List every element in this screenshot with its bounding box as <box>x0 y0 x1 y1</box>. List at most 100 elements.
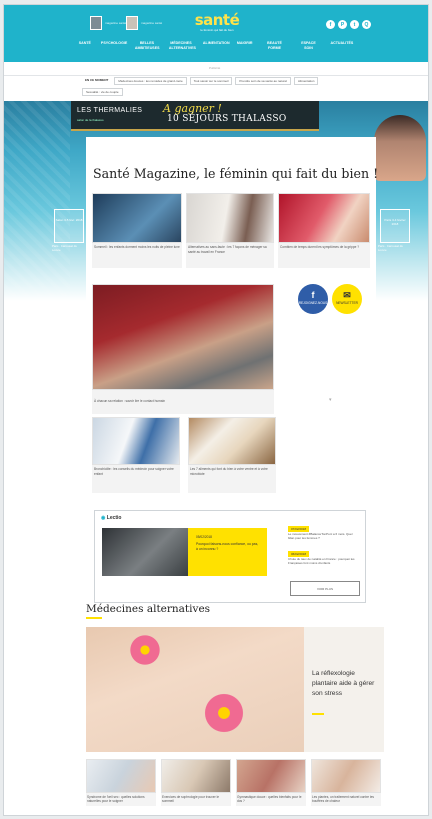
page-title: Santé Magazine, le féminin qui fait du b… <box>93 166 379 181</box>
article-title: Bronchiolite : les conseils du médecin p… <box>92 465 180 493</box>
nav-item[interactable]: MÉDECINES ALTERNATIVES <box>169 41 196 50</box>
article-card[interactable]: Gymnastique douce : quelles bienfaits po… <box>236 759 306 806</box>
main-story-image <box>92 284 274 390</box>
article-image <box>86 759 156 793</box>
live-news-image[interactable] <box>102 528 188 576</box>
live-title: ◉ Lectio <box>101 515 122 521</box>
live-event[interactable]: 06/02/2018 Chute du taux de natalité en … <box>288 551 358 565</box>
magazine-cover-caption: magazine santé <box>141 21 163 25</box>
facebook-join-label: REJOIGNEZ-NOUS <box>298 301 328 305</box>
subnav-chip[interactable]: Prendre soin de sa santé au naturel <box>235 77 291 85</box>
twitter-icon[interactable]: t <box>350 20 359 29</box>
chevron-down-icon[interactable]: ▾ <box>329 397 332 403</box>
skin-ad-left-text: Salon 3-5 févr. 2018 <box>55 218 83 222</box>
nav-item[interactable]: SANTÉ <box>79 41 91 50</box>
live-headline-text: Pourquoi faisons-nous confiance, ou pas,… <box>196 542 259 551</box>
article-card[interactable]: Exercices de sophrologie pour trouver le… <box>161 759 231 806</box>
article-image <box>236 759 306 793</box>
main-content: Santé Magazine, le féminin qui fait du b… <box>86 137 379 603</box>
subnav-chip[interactable]: Alimentation <box>293 77 319 85</box>
nav-item[interactable]: MAIGRIR <box>237 41 253 50</box>
article-title: Alternatives au sans-faute : les 7 façon… <box>186 243 274 268</box>
lotus-flower-decoration <box>128 633 162 667</box>
thalasso-banner-ad[interactable]: LES THERMALIES salon de la thalasso A ga… <box>71 101 319 131</box>
live-event-text: Chute du taux de natalité en France : po… <box>288 557 355 565</box>
nav-item[interactable]: BELLES AMBITIEUSES <box>135 41 160 50</box>
logo-text: santé <box>194 11 240 29</box>
article-title: Sommeil : les enfants dorment moins les … <box>92 243 182 268</box>
article-card[interactable]: Sommeil : les enfants dorment moins les … <box>92 193 182 268</box>
rss-icon: ◉ <box>101 515 106 521</box>
nav-item[interactable]: BEAUTÉ FORME <box>263 41 287 50</box>
subnav-heading: EN CE MOMENT <box>85 78 109 82</box>
see-more-button[interactable]: VOIR PLUS <box>290 581 360 596</box>
skin-ad-left-box[interactable]: Salon 3-5 févr. 2018 <box>54 209 84 243</box>
newsletter-button[interactable]: ✉ NEWSLETTER <box>332 284 362 314</box>
article-image <box>161 759 231 793</box>
pool-water-pattern <box>4 101 70 301</box>
article-image <box>92 417 180 465</box>
live-event[interactable]: 07/02/2018 Le mouvement #BalanceTonPorc … <box>288 526 358 540</box>
nav-item[interactable]: ESPACE SOIN <box>297 41 321 50</box>
article-image <box>92 193 182 243</box>
facebook-icon: f <box>311 290 315 300</box>
article-card[interactable]: Les 7 aliments qui font du bien à votre … <box>188 417 276 493</box>
live-title-text: Lectio <box>106 515 122 521</box>
banner-brand: LES THERMALIES <box>77 107 143 114</box>
live-headline-card[interactable]: 05/02/2018 Pourquoi faisons-nous confian… <box>188 528 267 576</box>
skin-ad-right-caption: Paris · Carrousel du Louvre <box>378 244 403 252</box>
pinterest-icon[interactable]: P <box>338 20 347 29</box>
article-card[interactable]: Syndrome de l'œil sec : quelles solution… <box>86 759 156 806</box>
facebook-join-button[interactable]: f REJOIGNEZ-NOUS <box>298 284 328 314</box>
site-logo[interactable]: santé le féminin qui fait du bien <box>184 12 250 32</box>
banner-brand-sub: salon de la thalasso <box>77 118 104 122</box>
feature-caption-underline <box>312 713 324 715</box>
skin-ad-person-image <box>374 115 426 181</box>
article-card[interactable]: Bronchiolite : les conseils du médecin p… <box>92 417 180 493</box>
main-story-card[interactable]: À chacun sa relation : savoir lire le co… <box>92 284 274 414</box>
article-image <box>186 193 274 243</box>
banner-promo-prize: 10 SÉJOURS THALASSO <box>167 114 287 124</box>
browser-page: magazine santé magazine santé santé le f… <box>3 4 429 816</box>
feature-article[interactable]: La réflexologie plantaire aide à gérer s… <box>86 627 384 752</box>
section-title-underline <box>86 617 102 619</box>
nav-item[interactable]: ACTUALITÉS <box>331 41 354 50</box>
article-title: Les plantes, un traitement naturel contr… <box>311 793 381 806</box>
article-title: Les 7 aliments qui font du bien à votre … <box>188 465 276 493</box>
lotus-flower-decoration <box>202 691 246 735</box>
feature-caption: La réflexologie plantaire aide à gérer s… <box>312 670 375 697</box>
skin-ad-left-caption: Paris · Carrousel du Louvre <box>52 244 77 252</box>
nav-item[interactable]: PSYCHOLOGIE <box>101 41 127 50</box>
nav-item[interactable]: ALIMENTATION <box>203 41 230 50</box>
article-title: Gymnastique douce : quelles bienfaits po… <box>236 793 306 806</box>
live-headline-date: 05/02/2018 <box>196 535 212 539</box>
envelope-icon: ✉ <box>343 290 351 300</box>
ad-label: Publicité <box>209 66 221 70</box>
subnav-chip[interactable]: Tout savoir sur le sommeil <box>189 77 233 85</box>
magazine-cover-link[interactable]: magazine santé <box>126 16 169 30</box>
skin-ad-right-text: Paris 3-4 février 2018 <box>384 218 406 226</box>
main-story-caption: À chacun sa relation : savoir lire le co… <box>92 390 274 414</box>
search-icon[interactable]: Q <box>362 20 371 29</box>
live-event-text: Le mouvement #BalanceTonPorc a 6 mois. Q… <box>288 532 353 540</box>
article-card[interactable]: Les plantes, un traitement naturel contr… <box>311 759 381 806</box>
skin-ad-right-box[interactable]: Paris 3-4 février 2018 <box>380 209 410 243</box>
topic-subnav: EN CE MOMENT Médecines douces : les remè… <box>82 77 352 96</box>
main-nav: SANTÉ PSYCHOLOGIE BELLES AMBITIEUSES MÉD… <box>4 41 428 50</box>
article-image <box>188 417 276 465</box>
feature-image <box>86 627 304 752</box>
site-header: magazine santé magazine santé santé le f… <box>4 5 428 62</box>
article-title: Exercices de sophrologie pour trouver le… <box>161 793 231 806</box>
newsletter-label: NEWSLETTER <box>336 301 358 305</box>
subnav-chip[interactable]: Médecines douces : les remèdes de grand-… <box>114 77 187 85</box>
article-card[interactable]: Combien de temps durent les symptômes de… <box>278 193 370 268</box>
ad-label-bar: Publicité <box>4 62 428 76</box>
article-title: Syndrome de l'œil sec : quelles solution… <box>86 793 156 806</box>
magazine-cover-thumb <box>126 16 138 30</box>
article-image <box>311 759 381 793</box>
facebook-icon[interactable]: f <box>326 20 335 29</box>
section-title: Médecines alternatives <box>86 603 211 615</box>
article-title: Combien de temps durent les symptômes de… <box>278 243 370 268</box>
article-card[interactable]: Alternatives au sans-faute : les 7 façon… <box>186 193 274 268</box>
subnav-chip[interactable]: Sexualité : vie de couple <box>82 88 123 96</box>
